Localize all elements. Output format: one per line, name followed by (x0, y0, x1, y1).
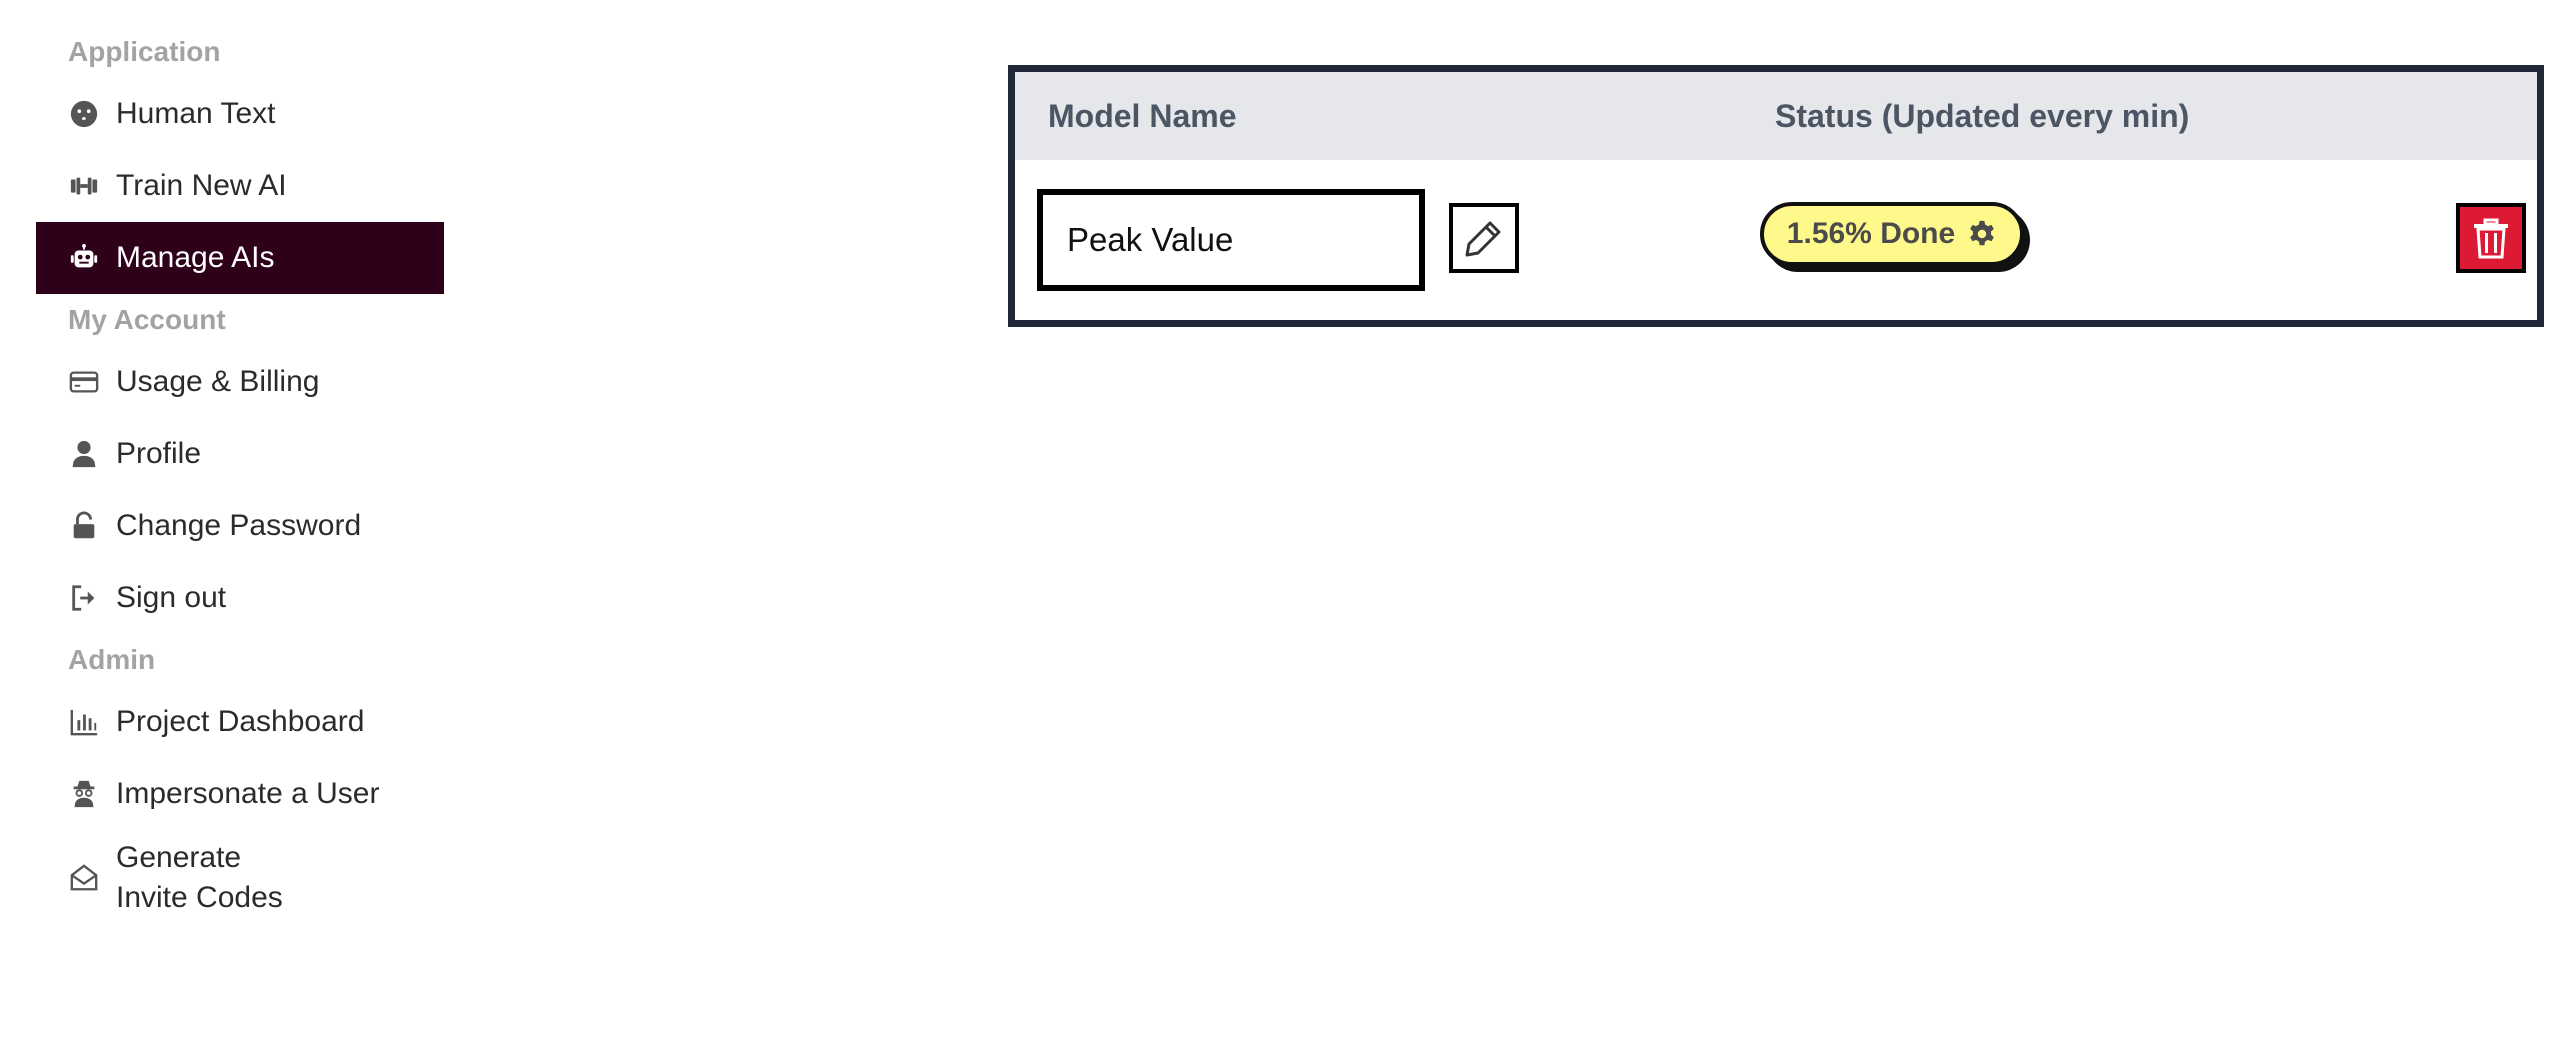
nav-item-change-password[interactable]: Change Password (36, 490, 444, 562)
nav-item-label: Generate Invite Codes (116, 841, 283, 914)
section-title-application: Application (68, 36, 221, 67)
nav-item-project-dashboard[interactable]: Project Dashboard (36, 686, 444, 758)
dumbbell-icon (68, 170, 100, 202)
nav-item-label: Profile (116, 437, 202, 470)
robot-icon (68, 242, 100, 274)
unlock-icon (68, 510, 100, 542)
envelope-open-icon (68, 862, 100, 894)
trash-icon (2474, 218, 2508, 259)
nav-item-human-text[interactable]: Human Text (36, 78, 444, 150)
status-badge: 1.56% Done (1760, 202, 2024, 266)
page: Application Human Text Train New AI Mana… (0, 0, 2560, 1038)
model-name-input[interactable] (1037, 189, 1425, 291)
nav-item-label: Manage AIs (116, 241, 275, 274)
nav-item-usage-billing[interactable]: Usage & Billing (36, 346, 444, 418)
nav-item-label: Change Password (116, 509, 362, 542)
nav-item-generate-invite-codes[interactable]: Generate Invite Codes (36, 830, 444, 926)
column-header-model-name: Model Name (1048, 98, 1237, 134)
nav-item-impersonate-user[interactable]: Impersonate a User (36, 758, 444, 830)
edit-button[interactable] (1449, 203, 1519, 273)
nav-item-label: Human Text (116, 97, 276, 130)
credit-card-icon (68, 366, 100, 398)
models-table: Model Name Status (Updated every min) 1.… (1008, 65, 2544, 327)
section-title-my-account: My Account (68, 304, 226, 335)
sign-out-icon (68, 582, 100, 614)
kiss-face-icon (68, 98, 100, 130)
status-text: 1.56% Done (1786, 217, 1956, 250)
user-icon (68, 438, 100, 470)
bar-chart-icon (68, 706, 100, 738)
pencil-icon (1465, 221, 1501, 257)
nav-item-manage-ais[interactable]: Manage AIs (36, 222, 444, 294)
nav-item-label: Train New AI (116, 169, 287, 202)
gear-icon (1970, 220, 1995, 246)
nav-item-label: Sign out (116, 581, 227, 614)
delete-button[interactable] (2456, 203, 2526, 273)
column-header-status: Status (Updated every min) (1775, 98, 2190, 134)
nav-item-label: Usage & Billing (116, 365, 320, 398)
table-header: Model Name Status (Updated every min) (1015, 72, 2537, 160)
nav-item-label: Project Dashboard (116, 705, 365, 738)
nav-item-sign-out[interactable]: Sign out (36, 562, 444, 634)
nav-item-profile[interactable]: Profile (36, 418, 444, 490)
nav-item-label: Impersonate a User (116, 777, 380, 810)
sidebar: Application Human Text Train New AI Mana… (36, 26, 444, 926)
section-title-admin: Admin (68, 644, 156, 675)
nav-item-train-new-ai[interactable]: Train New AI (36, 150, 444, 222)
spy-icon (68, 778, 100, 810)
